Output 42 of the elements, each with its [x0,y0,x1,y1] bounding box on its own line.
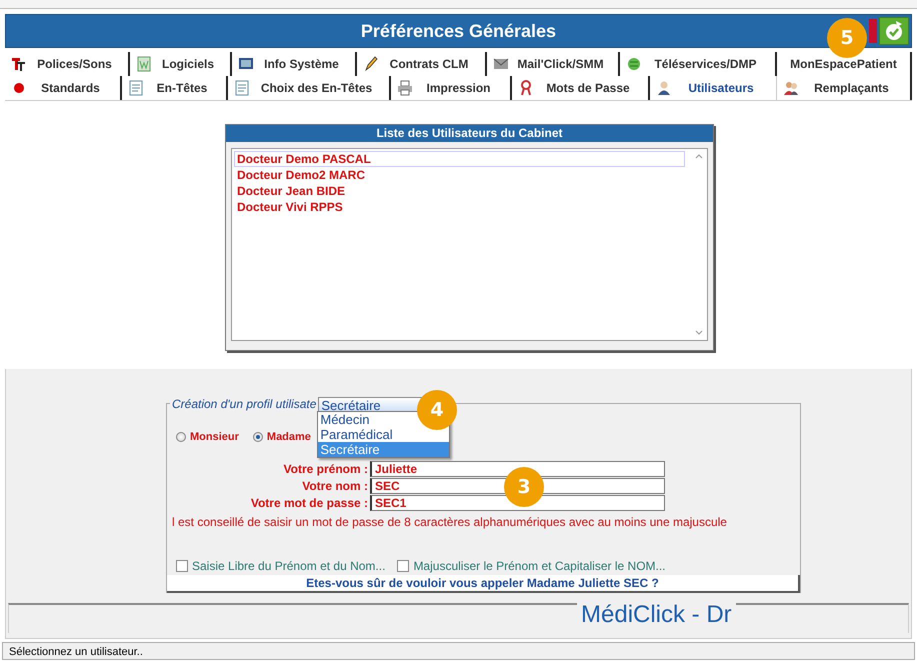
status-text: Sélectionnez un utilisateur.. [9,646,143,658]
field-label: Votre mot de passe : [250,495,368,511]
radio-button[interactable] [252,432,263,442]
document-icon [136,56,152,72]
password-hint: l est conseillé de saisir un mot de passe de 8 caractères alphanumériques avec au moins une majuscule [172,515,727,529]
dropdown-option[interactable]: Médecin [318,412,372,427]
checkbox-option[interactable]: Saisie Libre du Prénom et du Nom... [176,559,386,573]
scroll-down-icon[interactable] [695,330,703,336]
list-item[interactable]: Docteur Demo PASCAL [234,151,685,167]
dropdown-option[interactable]: Paramédical [318,427,395,442]
envelope-icon [493,56,509,72]
ribbon-icon [518,80,534,96]
radio-option[interactable]: Madame [252,431,311,443]
window-title: Préférences Générales [360,20,556,42]
people-icon [783,80,799,96]
checkbox[interactable] [397,560,410,572]
pencil-icon [363,56,379,72]
globe-icon [626,56,642,72]
input-field[interactable]: SEC1 [370,495,665,511]
check-arrow-icon [883,20,905,42]
checkbox[interactable] [176,560,188,572]
document-icon [234,80,250,96]
panel-header: Liste des Utilisateurs du Cabinet [226,125,713,142]
printer-icon [397,80,413,96]
monitor-icon [238,56,254,72]
dot-icon [11,80,27,96]
radio-option[interactable]: Monsieur [176,431,239,443]
group-legend: Création d'un profil utilisate [170,397,318,411]
font-icon [11,56,27,72]
list-item[interactable]: Docteur Jean BIDE [234,183,685,199]
input-field[interactable]: Juliette [370,461,665,477]
field-label: Votre nom : [301,478,368,494]
document-icon [128,80,144,96]
checkbox-option[interactable]: Majusculiser le Prénom et Capitaliser le NOM... [397,559,666,573]
validate-button[interactable] [879,17,909,45]
person-icon [656,80,672,96]
radio-button[interactable] [176,432,186,442]
field-label: Votre prénom : [282,461,368,477]
list-item[interactable]: Docteur Demo2 MARC [234,167,685,183]
scroll-up-icon[interactable] [695,153,703,159]
confirmation-bar: Etes-vous sûr de vouloir vous appeler Madame Juliette SEC ? [167,575,800,593]
list-item[interactable]: Docteur Vivi RPPS [234,199,685,215]
